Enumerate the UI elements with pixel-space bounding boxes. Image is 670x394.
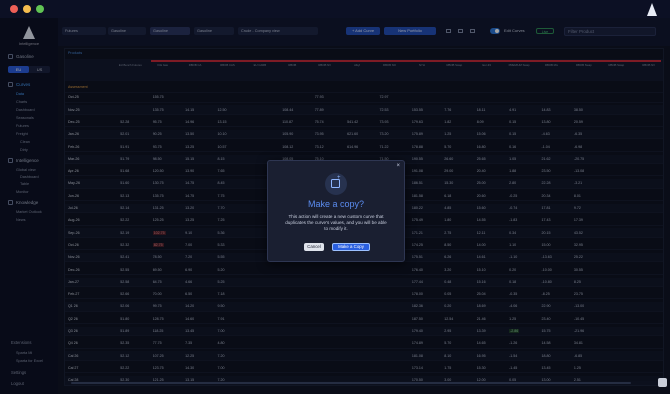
app-logo-icon (647, 3, 657, 16)
dialog-title: Make a copy? (307, 199, 365, 209)
chat-icon[interactable] (658, 378, 667, 387)
cancel-button[interactable]: Cancel (304, 243, 324, 251)
close-icon[interactable]: × (396, 163, 400, 169)
dialog-body: This action will create a new custom cur… (285, 214, 387, 231)
window-titlebar (0, 0, 670, 18)
close-window-button[interactable] (10, 5, 18, 13)
minimize-window-button[interactable] (23, 5, 31, 13)
make-copy-dialog: × + Make a copy? This action will create… (267, 160, 405, 262)
make-copy-button[interactable]: Make a Copy (332, 243, 370, 251)
copy-icon: + (325, 173, 347, 195)
maximize-window-button[interactable] (36, 5, 44, 13)
